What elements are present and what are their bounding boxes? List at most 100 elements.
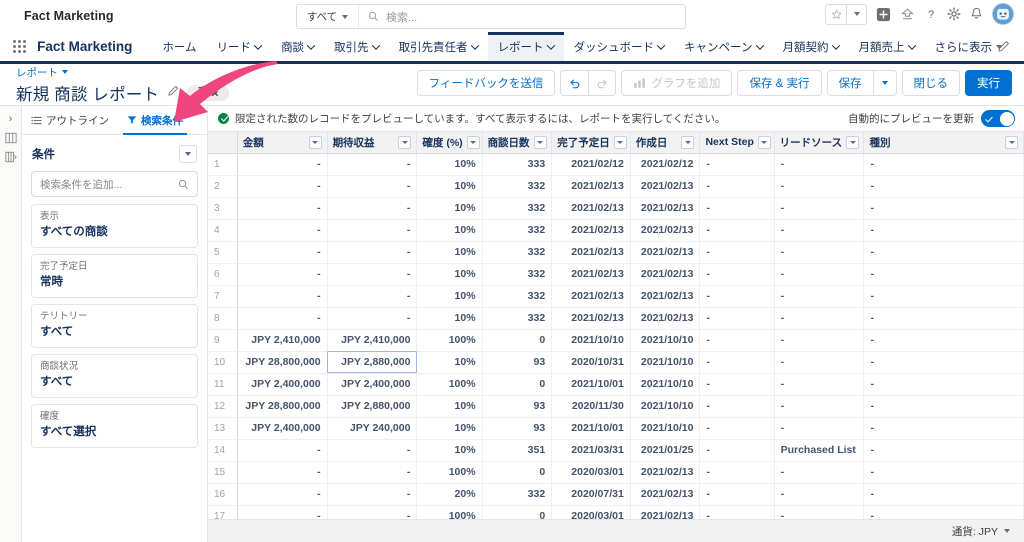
cell-opportunity-days[interactable]: 333 <box>482 153 552 175</box>
cell-opportunity-days[interactable]: 332 <box>482 197 552 219</box>
cell-amount[interactable]: JPY 28,800,000 <box>237 351 327 373</box>
cell-next-step[interactable]: - <box>700 329 774 351</box>
cell-type[interactable]: - <box>864 263 1024 285</box>
cell-opportunity-days[interactable]: 0 <box>482 461 552 483</box>
add-icon[interactable] <box>876 7 891 22</box>
cell-expected-revenue[interactable]: - <box>327 219 417 241</box>
filters-section-menu-button[interactable] <box>179 145 197 163</box>
cell-type[interactable]: - <box>864 461 1024 483</box>
cell-amount[interactable]: - <box>237 307 327 329</box>
cell-type[interactable]: - <box>864 395 1024 417</box>
cell-type[interactable]: - <box>864 351 1024 373</box>
cell-probability[interactable]: 100% <box>417 461 482 483</box>
nav-item-contacts[interactable]: 取引先責任者 <box>389 32 488 61</box>
nav-item-dashboards[interactable]: ダッシュボード <box>564 32 675 61</box>
save-and-run-button[interactable]: 保存 & 実行 <box>737 70 821 96</box>
app-launcher-icon[interactable] <box>12 32 27 61</box>
column-header-probability[interactable]: 確度 (%) <box>417 132 482 153</box>
nav-item-accounts[interactable]: 取引先 <box>324 32 389 61</box>
cell-opportunity-days[interactable]: 332 <box>482 241 552 263</box>
cell-amount[interactable]: - <box>237 439 327 461</box>
nav-item-opportunities[interactable]: 商談 <box>271 32 324 61</box>
column-menu-button[interactable] <box>534 136 547 149</box>
cell-expected-revenue[interactable]: - <box>327 263 417 285</box>
column-menu-button[interactable] <box>1005 136 1018 149</box>
cell-amount[interactable]: JPY 2,410,000 <box>237 329 327 351</box>
cell-probability[interactable]: 10% <box>417 241 482 263</box>
cell-lead-source[interactable]: - <box>774 285 864 307</box>
cell-close-date[interactable]: 2020/03/01 <box>552 461 631 483</box>
cell-opportunity-days[interactable]: 332 <box>482 263 552 285</box>
setup-tree-icon[interactable] <box>900 8 915 21</box>
cell-close-date[interactable]: 2021/10/10 <box>552 329 631 351</box>
cell-next-step[interactable]: - <box>700 175 774 197</box>
cell-opportunity-days[interactable]: 93 <box>482 417 552 439</box>
gear-icon[interactable] <box>947 7 961 21</box>
cell-lead-source[interactable]: - <box>774 263 864 285</box>
save-menu-button[interactable] <box>873 70 897 96</box>
filter-item-show[interactable]: 表示 すべての商談 <box>31 204 198 248</box>
cell-created-date[interactable]: 2021/02/13 <box>630 285 700 307</box>
column-menu-button[interactable] <box>846 136 859 149</box>
cell-close-date[interactable]: 2021/02/13 <box>552 241 631 263</box>
cell-expected-revenue[interactable]: - <box>327 307 417 329</box>
cell-amount[interactable]: - <box>237 483 327 505</box>
column-header-opportunity-days[interactable]: 商談日数 <box>482 132 552 153</box>
cell-next-step[interactable]: - <box>700 483 774 505</box>
cell-created-date[interactable]: 2021/02/13 <box>630 263 700 285</box>
cell-probability[interactable]: 10% <box>417 285 482 307</box>
cell-amount[interactable]: - <box>237 461 327 483</box>
cell-opportunity-days[interactable]: 332 <box>482 483 552 505</box>
cell-lead-source[interactable]: - <box>774 329 864 351</box>
global-search[interactable]: すべて 検索... <box>296 4 686 29</box>
cell-created-date[interactable]: 2021/02/13 <box>630 219 700 241</box>
cell-opportunity-days[interactable]: 0 <box>482 505 552 519</box>
edit-navigation-pencil-icon[interactable] <box>997 32 1010 61</box>
search-scope-selector[interactable]: すべて <box>297 5 359 28</box>
cell-type[interactable]: - <box>864 219 1024 241</box>
cell-amount[interactable]: - <box>237 153 327 175</box>
cell-close-date[interactable]: 2021/02/13 <box>552 175 631 197</box>
cell-created-date[interactable]: 2021/02/13 <box>630 241 700 263</box>
cell-type[interactable]: - <box>864 153 1024 175</box>
currency-selector[interactable]: 通貨: JPY <box>952 524 1010 539</box>
cell-probability[interactable]: 10% <box>417 417 482 439</box>
cell-lead-source[interactable]: - <box>774 175 864 197</box>
cell-lead-source[interactable]: - <box>774 505 864 519</box>
send-feedback-button[interactable]: フィードバックを送信 <box>417 70 556 96</box>
cell-next-step[interactable]: - <box>700 417 774 439</box>
tab-filters[interactable]: 検索条件 <box>118 106 192 134</box>
cell-created-date[interactable]: 2021/02/12 <box>630 153 700 175</box>
column-menu-button[interactable] <box>758 136 771 149</box>
avatar[interactable] <box>992 3 1014 25</box>
cell-lead-source[interactable]: - <box>774 197 864 219</box>
cell-amount[interactable]: - <box>237 285 327 307</box>
add-filter-search-input[interactable]: 検索条件を追加... <box>31 171 198 197</box>
cell-opportunity-days[interactable]: 332 <box>482 285 552 307</box>
save-button[interactable]: 保存 <box>827 70 873 96</box>
cell-probability[interactable]: 10% <box>417 197 482 219</box>
cell-opportunity-days[interactable]: 93 <box>482 351 552 373</box>
cell-type[interactable]: - <box>864 241 1024 263</box>
cell-next-step[interactable]: - <box>700 241 774 263</box>
cell-close-date[interactable]: 2021/02/13 <box>552 263 631 285</box>
cell-expected-revenue[interactable]: JPY 2,400,000 <box>327 373 417 395</box>
cell-opportunity-days[interactable]: 332 <box>482 307 552 329</box>
favorites-caret-icon[interactable] <box>846 5 866 24</box>
cell-probability[interactable]: 10% <box>417 395 482 417</box>
cell-amount[interactable]: JPY 2,400,000 <box>237 373 327 395</box>
cell-probability[interactable]: 10% <box>417 219 482 241</box>
cell-expected-revenue[interactable]: - <box>327 153 417 175</box>
cell-amount[interactable]: - <box>237 219 327 241</box>
cell-close-date[interactable]: 2021/03/31 <box>552 439 631 461</box>
cell-probability[interactable]: 100% <box>417 329 482 351</box>
cell-close-date[interactable]: 2021/02/13 <box>552 285 631 307</box>
cell-expected-revenue[interactable]: - <box>327 175 417 197</box>
cell-probability[interactable]: 10% <box>417 439 482 461</box>
cell-expected-revenue[interactable]: - <box>327 505 417 519</box>
column-header-created-date[interactable]: 作成日 <box>630 132 700 153</box>
cell-lead-source[interactable]: - <box>774 241 864 263</box>
rename-pencil-icon[interactable] <box>167 84 179 102</box>
column-header-lead-source[interactable]: リードソース <box>774 132 864 153</box>
cell-lead-source[interactable]: Purchased List <box>774 439 864 461</box>
